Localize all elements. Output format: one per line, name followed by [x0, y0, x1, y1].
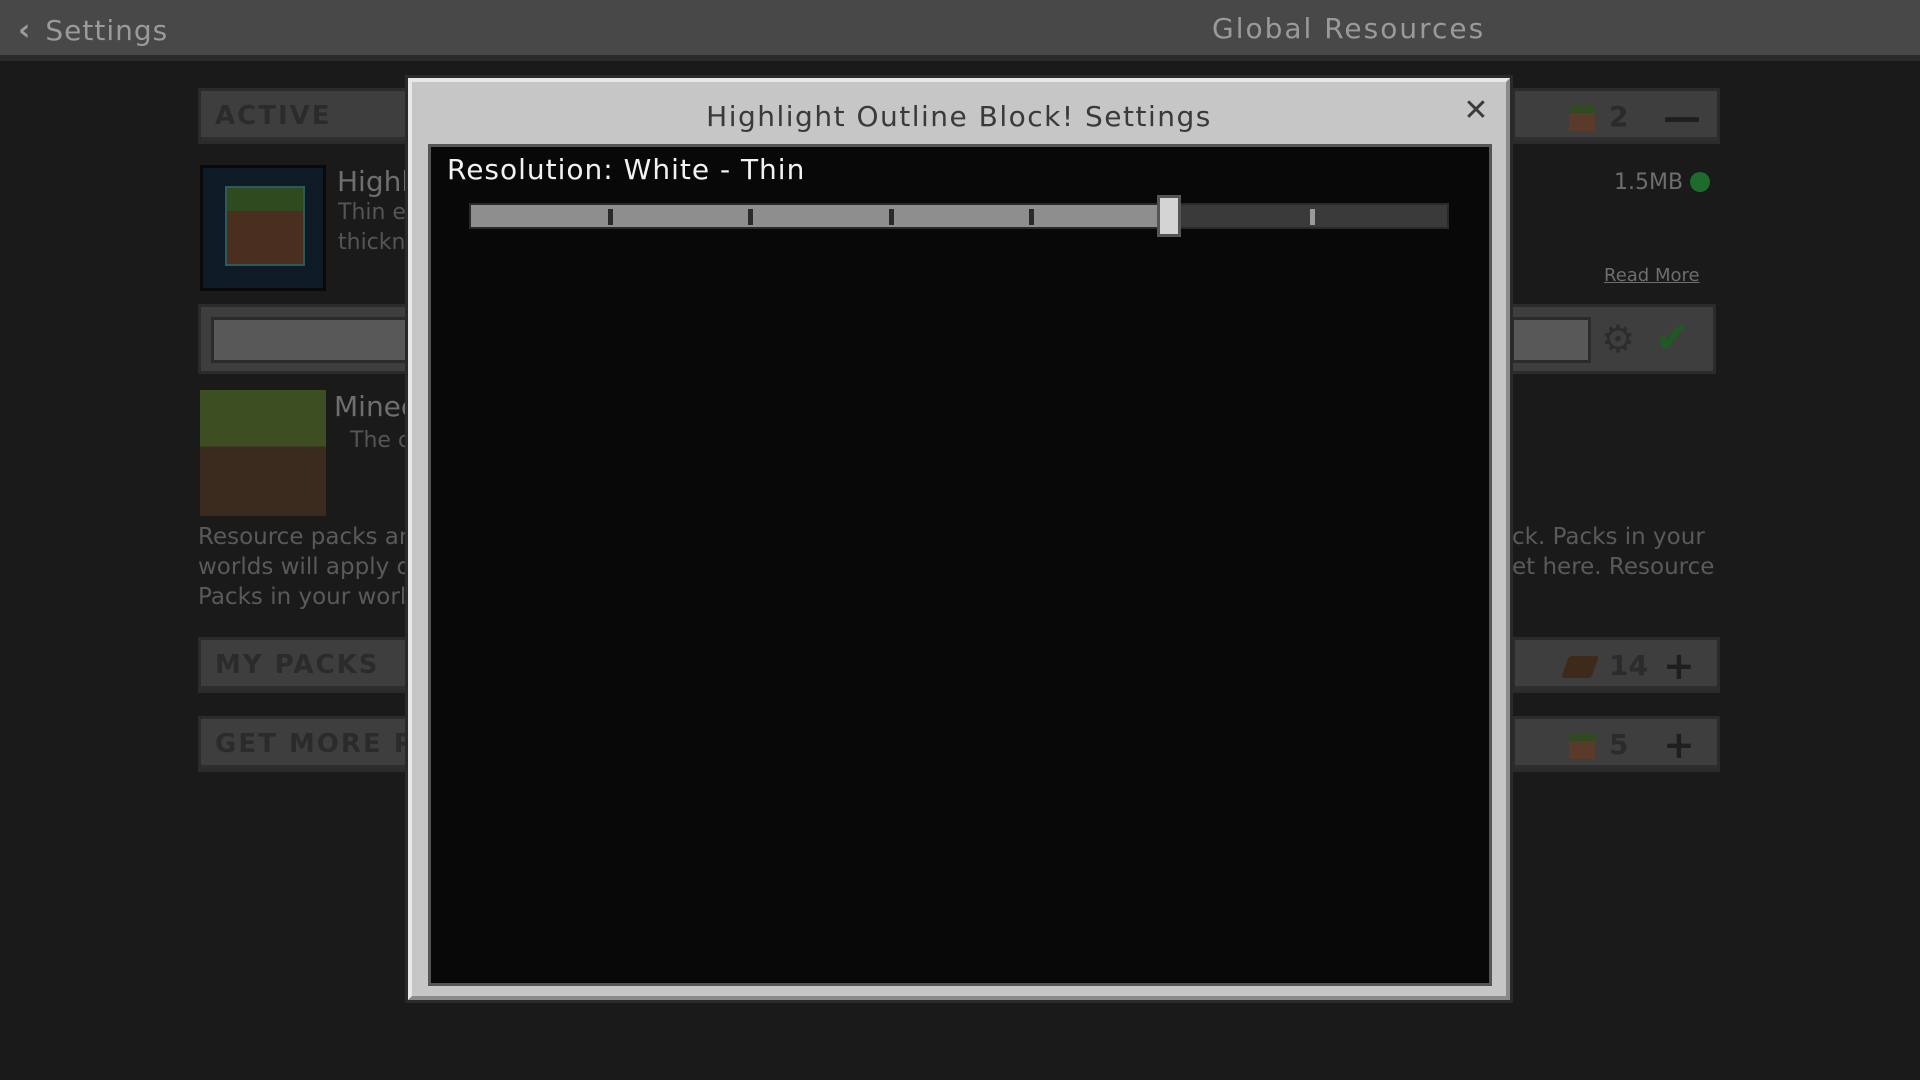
- pack-description: thickn: [338, 230, 406, 255]
- pack-name: Minec: [334, 390, 417, 423]
- dialog-title: Highlight Outline Block! Settings: [706, 100, 1212, 133]
- info-text: et here. Resource: [1512, 554, 1715, 580]
- my-packs-label: MY PACKS: [215, 650, 380, 680]
- back-button[interactable]: ‹ Settings: [18, 12, 168, 48]
- slider-label: Resolution: White - Thin: [447, 153, 806, 186]
- pack-description: The c: [350, 428, 411, 453]
- pack-option-field[interactable]: [1511, 317, 1591, 363]
- close-icon[interactable]: ✕: [1460, 96, 1492, 128]
- page-title: Global Resources: [1212, 12, 1486, 45]
- pack-description: Thin e: [338, 200, 406, 225]
- active-section-header[interactable]: ACTIVE: [198, 88, 408, 144]
- active-section-controls: 2 —: [1512, 88, 1720, 144]
- pack-name: Highl: [337, 165, 410, 198]
- slider-fill: [471, 205, 1169, 227]
- resolution-slider[interactable]: [469, 195, 1449, 237]
- pack-thumbnail-minecraft[interactable]: [200, 390, 326, 516]
- slider-tick: [889, 209, 894, 225]
- read-more-link[interactable]: Read More: [1604, 265, 1700, 286]
- info-text: ck. Packs in your: [1512, 524, 1705, 550]
- slider-thumb[interactable]: [1157, 195, 1181, 237]
- status-dot-icon: [1690, 172, 1710, 192]
- grass-block-icon: [1569, 105, 1595, 131]
- grass-block-icon: [1569, 733, 1595, 759]
- active-count: 2: [1609, 100, 1629, 133]
- my-packs-section-header[interactable]: MY PACKS: [198, 637, 408, 693]
- slider-tick: [748, 209, 753, 225]
- gear-icon[interactable]: ⚙: [1601, 319, 1635, 359]
- plus-icon[interactable]: +: [1663, 723, 1695, 767]
- settings-dialog: Highlight Outline Block! Settings ✕ Reso…: [408, 78, 1510, 1000]
- book-icon: [1560, 656, 1600, 678]
- get-more-controls: 5 +: [1512, 716, 1720, 772]
- plus-icon[interactable]: +: [1663, 644, 1695, 688]
- slider-tick: [608, 209, 613, 225]
- info-text: worlds will apply o: [198, 554, 411, 580]
- get-more-count: 5: [1609, 728, 1629, 761]
- active-label: ACTIVE: [215, 101, 332, 131]
- pack-size: 1.5MB: [1614, 170, 1684, 195]
- checkmark-icon[interactable]: ✔: [1655, 313, 1690, 362]
- chevron-left-icon: ‹: [18, 12, 32, 48]
- my-packs-controls: 14 +: [1512, 637, 1720, 693]
- my-packs-count: 14: [1609, 649, 1648, 682]
- dialog-body: Resolution: White - Thin: [428, 144, 1492, 986]
- minus-icon[interactable]: —: [1663, 95, 1701, 139]
- back-label: Settings: [45, 13, 169, 47]
- info-text: Resource packs are: [198, 524, 422, 550]
- pack-thumbnail-highlight[interactable]: [200, 165, 326, 291]
- slider-tick: [1310, 209, 1315, 225]
- top-bar: ‹ Settings Global Resources: [0, 0, 1920, 61]
- info-text: Packs in your world: [198, 584, 421, 610]
- get-more-section-header[interactable]: GET MORE PAC: [198, 716, 454, 772]
- slider-tick: [1029, 209, 1034, 225]
- grass-cube-icon: [225, 186, 305, 266]
